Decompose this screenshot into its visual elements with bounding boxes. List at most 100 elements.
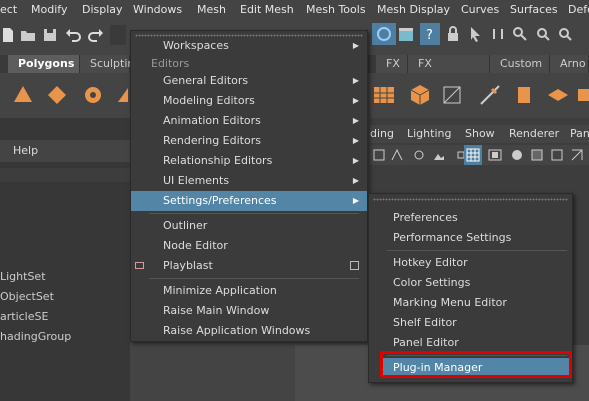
snap-point-icon[interactable] — [535, 26, 551, 42]
field-chart-icon[interactable] — [510, 148, 524, 162]
menu-item-outliner[interactable]: Outliner — [131, 216, 367, 236]
tearoff-handle[interactable] — [373, 198, 568, 201]
menu-mesh-display[interactable]: Mesh Display — [377, 3, 450, 16]
menu-item-rendering-editors[interactable]: Rendering Editors ▶ — [131, 131, 367, 151]
safe-title-icon[interactable] — [550, 148, 564, 162]
menu-item-label: Relationship Editors — [163, 154, 273, 167]
bridge-icon[interactable] — [546, 83, 570, 107]
playblast-icon — [135, 262, 144, 269]
submenu-arrow-icon: ▶ — [352, 196, 359, 205]
submenu-item-color-settings[interactable]: Color Settings — [369, 273, 572, 293]
menu-item-animation-editors[interactable]: Animation Editors ▶ — [131, 111, 367, 131]
panel-menu-show[interactable]: Show — [465, 127, 495, 140]
bookmark-icon[interactable] — [412, 148, 426, 162]
tab-polygons[interactable]: Polygons — [8, 55, 80, 73]
tab-fx-caching[interactable]: FX Caching — [408, 55, 490, 88]
menu-item-minimize-application[interactable]: Minimize Application — [131, 281, 367, 301]
undo-icon[interactable] — [65, 27, 81, 43]
append-icon[interactable] — [576, 83, 589, 107]
panel-menu-panels[interactable]: Pan — [570, 127, 589, 140]
menu-curves[interactable]: Curves — [461, 3, 499, 16]
tab-custom[interactable]: Custom — [490, 55, 550, 73]
menu-separator — [149, 278, 359, 279]
snap-view-icon[interactable] — [557, 26, 573, 42]
outliner-item-particlese[interactable]: articleSE — [0, 310, 48, 323]
select-camera-icon[interactable] — [372, 148, 386, 162]
cube-icon[interactable] — [408, 83, 432, 107]
menu-edit-mesh[interactable]: Edit Mesh — [240, 3, 294, 16]
submenu-item-performance-settings[interactable]: Performance Settings — [369, 228, 572, 248]
outliner-menubar: Help — [0, 140, 130, 162]
outliner-item-shadinggroup[interactable]: hadingGroup — [0, 330, 71, 343]
menu-item-modeling-editors[interactable]: Modeling Editors ▶ — [131, 91, 367, 111]
poly-plane-icon[interactable] — [46, 84, 68, 106]
menu-item-raise-application-windows[interactable]: Raise Application Windows — [131, 321, 367, 341]
menu-deform[interactable]: Defo — [568, 3, 589, 16]
menu-modify[interactable]: Modify — [31, 3, 67, 16]
outliner-item-lightset[interactable]: LightSet — [0, 270, 46, 283]
cursor-icon[interactable] — [468, 26, 484, 42]
submenu-arrow-icon: ▶ — [352, 76, 359, 85]
menu-item-label: Animation Editors — [163, 114, 261, 127]
lock-icon[interactable] — [445, 26, 461, 42]
menu-display[interactable]: Display — [82, 3, 123, 16]
tab-fx[interactable]: FX — [376, 55, 408, 73]
grid-icon[interactable] — [466, 148, 480, 162]
reset-icon[interactable] — [490, 26, 506, 42]
new-scene-icon[interactable] — [0, 27, 16, 43]
menu-item-raise-main-window[interactable]: Raise Main Window — [131, 301, 367, 321]
menu-surfaces[interactable]: Surfaces — [510, 3, 558, 16]
panel-menu-lighting[interactable]: Lighting — [407, 127, 451, 140]
snap-curve-icon[interactable] — [512, 26, 528, 42]
tab-sculpting[interactable]: Sculptin — [80, 55, 134, 73]
option-box-icon[interactable] — [350, 261, 359, 270]
panel-menu-renderer[interactable]: Renderer — [509, 127, 559, 140]
safe-action-icon[interactable] — [530, 148, 544, 162]
submenu-item-hotkey-editor[interactable]: Hotkey Editor — [369, 253, 572, 273]
camera-attr-icon[interactable] — [390, 148, 404, 162]
outliner-item-objectset[interactable]: ObjectSet — [0, 290, 54, 303]
outliner-help-menu[interactable]: Help — [13, 144, 38, 157]
combine-icon[interactable] — [372, 83, 396, 107]
film-gate-icon[interactable] — [488, 148, 502, 162]
poly-pipe-icon[interactable] — [116, 84, 130, 106]
submenu-arrow-icon: ▶ — [352, 41, 359, 50]
menu-item-ui-elements[interactable]: UI Elements ▶ — [131, 171, 367, 191]
menu-item-settings-preferences[interactable]: Settings/Preferences ▶ — [131, 191, 367, 211]
bevel-icon[interactable] — [440, 83, 464, 107]
menu-item-label: Playblast — [163, 259, 213, 272]
windows-menu-dropdown: Workspaces ▶ Editors General Editors ▶ Mod… — [130, 30, 368, 342]
menu-mesh-tools[interactable]: Mesh Tools — [306, 3, 366, 16]
panel-menu-shading[interactable]: ding — [370, 127, 394, 140]
menu-item-workspaces[interactable]: Workspaces ▶ — [131, 36, 367, 56]
menu-item-label: Settings/Preferences — [163, 194, 277, 207]
panel-menubar: ding Lighting Show Renderer Pan — [370, 125, 589, 143]
poly-cone-icon[interactable] — [12, 84, 34, 106]
menu-select[interactable]: ect — [0, 3, 17, 16]
poly-torus-icon[interactable] — [82, 84, 104, 106]
menu-item-node-editor[interactable]: Node Editor — [131, 236, 367, 256]
submenu-item-panel-editor[interactable]: Panel Editor — [369, 333, 572, 353]
image-plane-icon[interactable] — [432, 148, 446, 162]
submenu-item-preferences[interactable]: Preferences — [369, 208, 572, 228]
clapper-icon[interactable] — [398, 26, 414, 42]
menu-mesh[interactable]: Mesh — [197, 3, 226, 16]
question-icon[interactable]: ? — [422, 26, 438, 42]
wireframe-icon[interactable] — [570, 148, 584, 162]
menu-item-general-editors[interactable]: General Editors ▶ — [131, 71, 367, 91]
panel-toolbar — [370, 145, 589, 165]
menu-windows[interactable]: Windows — [133, 3, 182, 16]
redo-icon[interactable] — [88, 27, 104, 43]
tab-arnold[interactable]: Arno — [550, 55, 589, 73]
menu-item-relationship-editors[interactable]: Relationship Editors ▶ — [131, 151, 367, 171]
menu-item-label: Raise Main Window — [163, 304, 270, 317]
menu-item-playblast[interactable]: Playblast — [131, 256, 367, 276]
multi-cut-icon[interactable] — [478, 83, 502, 107]
submenu-item-shelf-editor[interactable]: Shelf Editor — [369, 313, 572, 333]
save-scene-icon[interactable] — [42, 27, 58, 43]
snap-icon[interactable] — [376, 26, 392, 42]
menu-separator — [387, 250, 567, 251]
open-scene-icon[interactable] — [20, 27, 36, 43]
submenu-item-marking-menu-editor[interactable]: Marking Menu Editor — [369, 293, 572, 313]
extrude-icon[interactable] — [512, 83, 536, 107]
